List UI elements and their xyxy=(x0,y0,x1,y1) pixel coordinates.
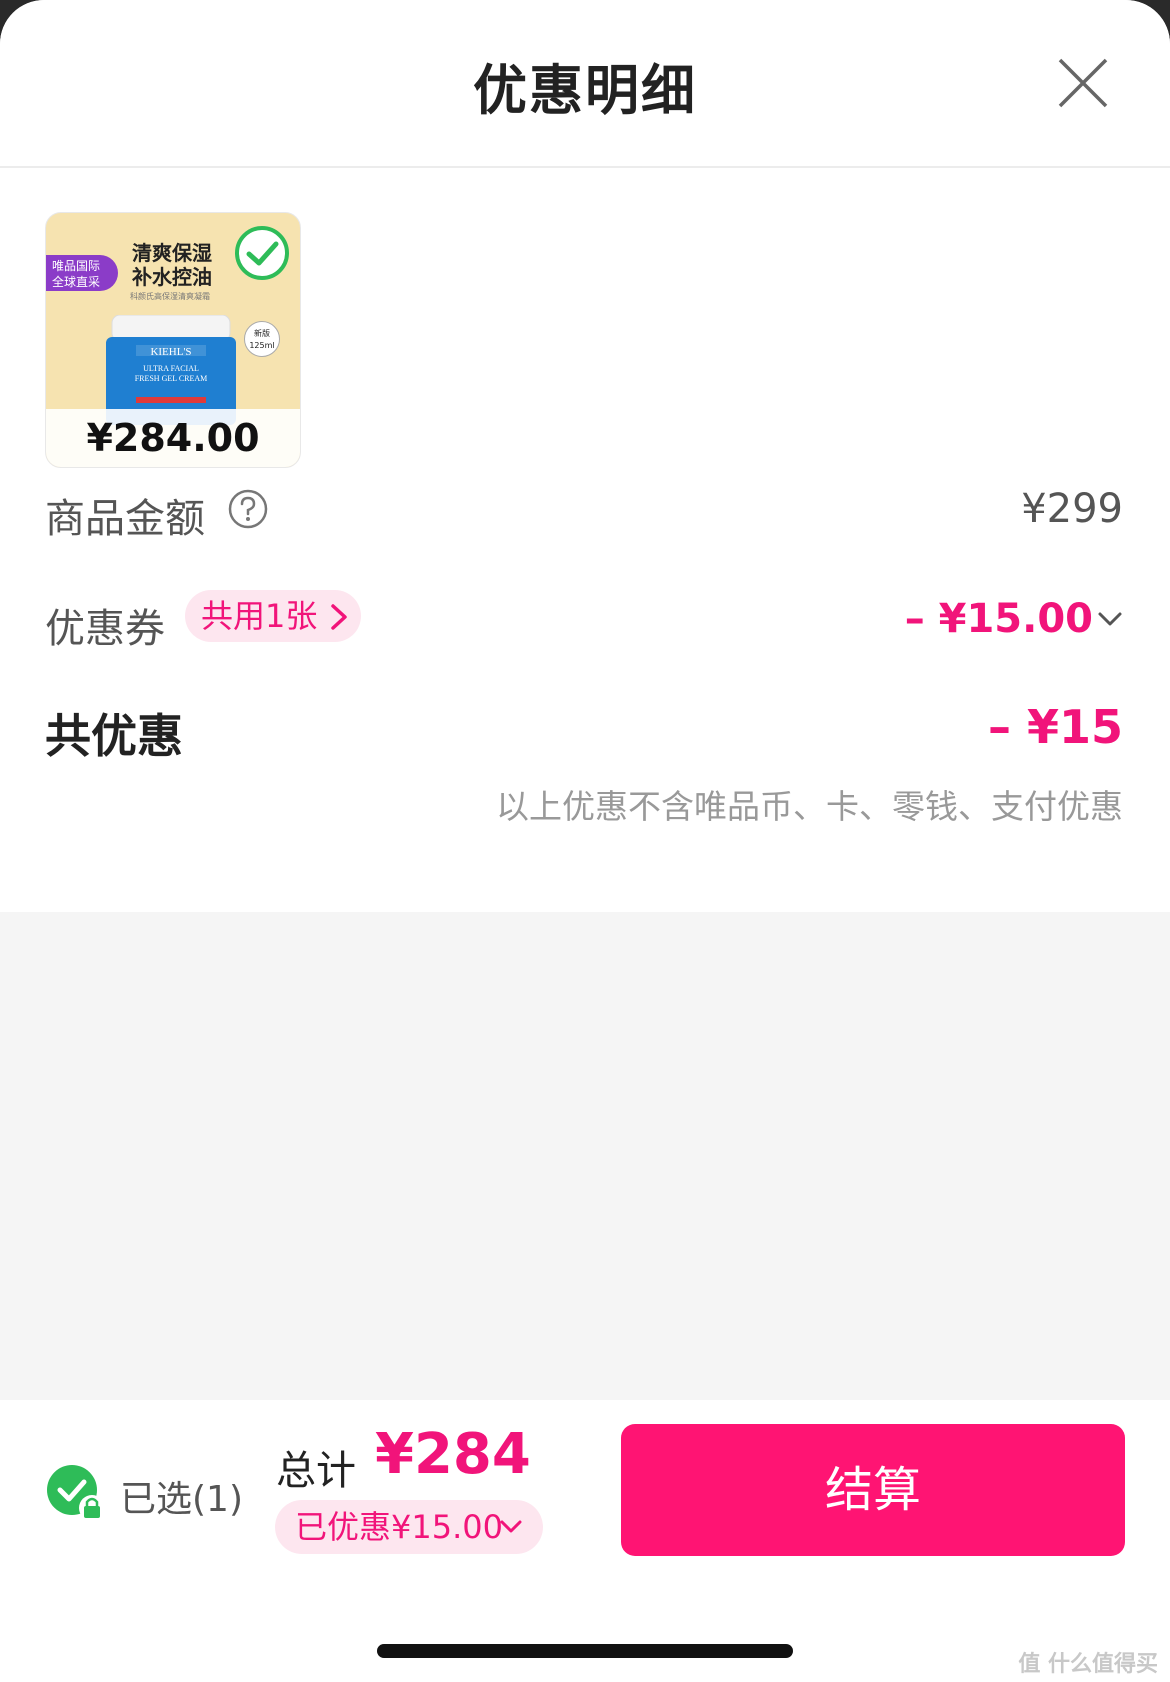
volume-badge: 新版 125ml xyxy=(244,321,280,357)
goods-amount-value: ¥299 xyxy=(1021,486,1123,532)
coupon-label: 优惠券 xyxy=(45,606,165,652)
global-direct-badge: 唯品国际 全球直采 xyxy=(46,255,118,291)
goods-amount-row: 商品金额 ¥299 xyxy=(45,486,1123,542)
svg-text:KIEHL'S: KIEHL'S xyxy=(150,346,191,358)
svg-text:FRESH GEL CREAM: FRESH GEL CREAM xyxy=(135,374,208,383)
total-discount-row: 共优惠 – ¥15 以上优惠不含唯品币、卡、零钱、支付优惠 xyxy=(45,700,1123,830)
checkout-button[interactable]: 结算 xyxy=(621,1424,1125,1556)
coupon-discount-value[interactable]: – ¥15.00 xyxy=(905,596,1093,642)
product-slogan: 清爽保湿 补水控油 xyxy=(132,241,212,289)
sheet-header: 优惠明细 xyxy=(0,0,1170,168)
discount-note: 以上优惠不含唯品币、卡、零钱、支付优惠 xyxy=(496,787,1123,826)
chevron-right-icon xyxy=(331,604,347,630)
chevron-down-icon xyxy=(500,1520,522,1533)
check-circle-icon xyxy=(235,226,289,280)
lock-icon xyxy=(79,1495,105,1521)
saved-amount-chip[interactable]: 已优惠¥15.00 xyxy=(275,1500,543,1554)
home-indicator[interactable] xyxy=(377,1644,793,1658)
coupon-count-chip[interactable]: 共用1张 xyxy=(185,590,361,642)
discount-content: 唯品国际 全球直采 清爽保湿 补水控油 科颜氏高保湿清爽凝霜 新版 125ml … xyxy=(0,168,1170,912)
total-price: ¥284 xyxy=(375,1422,531,1487)
total-discount-value: – ¥15 xyxy=(987,700,1123,754)
total-label: 总计 xyxy=(276,1448,356,1494)
coupon-row: 优惠券 共用1张 – ¥15.00 xyxy=(45,590,1123,652)
selected-count: 已选(1) xyxy=(120,1479,243,1520)
select-all-checkbox[interactable] xyxy=(44,1460,108,1524)
page-title: 优惠明细 xyxy=(473,59,697,122)
discount-detail-sheet: 优惠明细 唯品国际 全球直采 清爽保湿 补水控油 科颜氏高保湿清爽凝霜 新版 1… xyxy=(0,0,1170,1682)
total-discount-label: 共优惠 xyxy=(45,709,183,763)
product-card[interactable]: 唯品国际 全球直采 清爽保湿 补水控油 科颜氏高保湿清爽凝霜 新版 125ml … xyxy=(45,212,301,468)
chevron-down-icon[interactable] xyxy=(1097,610,1123,628)
help-icon[interactable] xyxy=(227,488,269,530)
close-icon[interactable] xyxy=(1052,52,1114,114)
product-slogan-sub: 科颜氏高保湿清爽凝霜 xyxy=(130,292,210,301)
goods-amount-label: 商品金额 xyxy=(45,496,205,542)
svg-text:ULTRA FACIAL: ULTRA FACIAL xyxy=(143,364,199,373)
bottom-checkout-bar: 已选(1) 总计 ¥284 已优惠¥15.00 结算 值 什么值得买 xyxy=(0,1400,1170,1682)
watermark: 值 什么值得买 xyxy=(1018,1652,1158,1677)
product-price: ¥284.00 xyxy=(46,409,300,467)
